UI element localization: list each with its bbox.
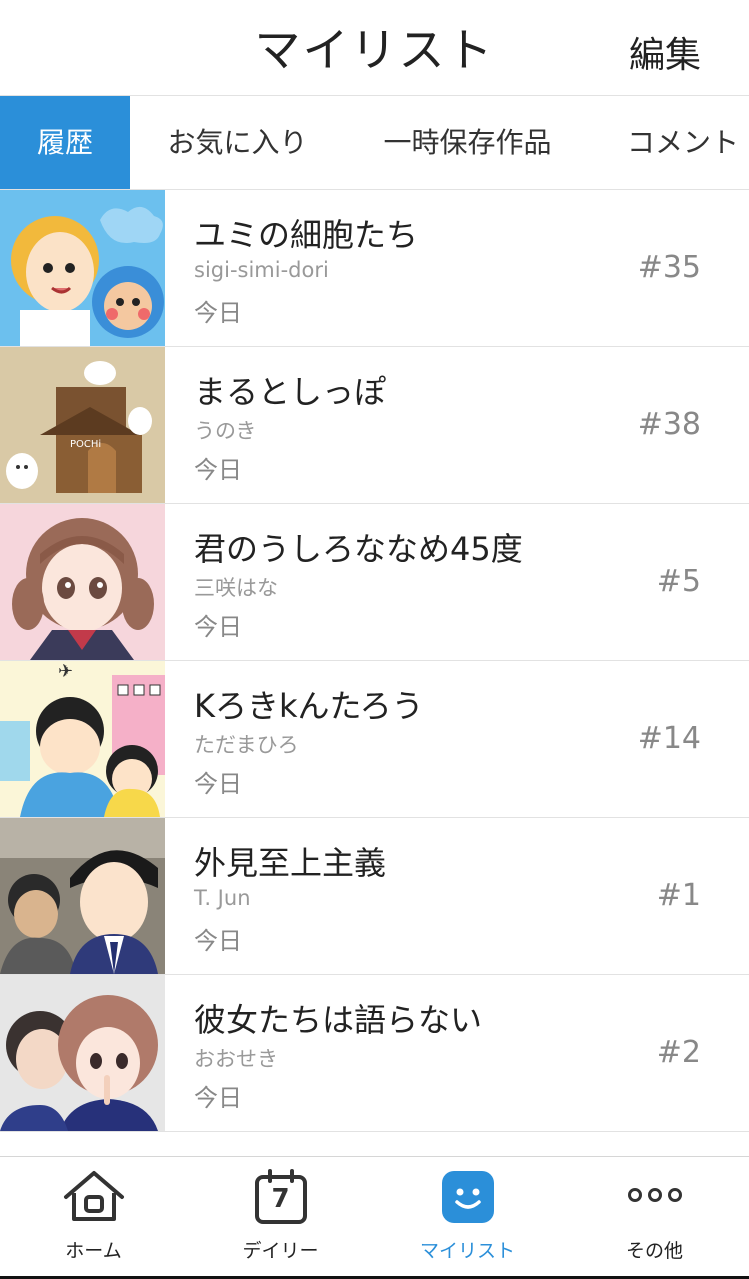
thumbnail-image — [0, 818, 165, 974]
thumbnail-image: ✈ — [0, 661, 165, 817]
item-episode: #1 — [656, 878, 701, 913]
nav-more-label: その他 — [625, 1240, 683, 1262]
item-date: 今日 — [194, 1084, 242, 1112]
list-item[interactable]: ✈ Kろきkんたろう ただまひろ 今日 #14 — [0, 661, 749, 818]
more-icon — [627, 1187, 683, 1207]
item-episode: #2 — [656, 1035, 701, 1070]
item-title: ユミの細胞たち — [194, 216, 419, 254]
header-bar: マイリスト 編集 — [0, 0, 749, 96]
item-title: まるとしっぽ — [194, 373, 387, 411]
item-author: おおせき — [194, 1047, 278, 1071]
smile-icon — [440, 1169, 496, 1229]
item-title: 君のうしろななめ45度 — [194, 530, 523, 568]
tab-comments[interactable]: コメント — [615, 96, 749, 189]
home-icon — [61, 1169, 127, 1231]
list-item[interactable]: 彼女たちは語らない おおせき 今日 #2 — [0, 975, 749, 1132]
nav-daily[interactable]: 7 デイリー — [187, 1157, 374, 1277]
item-episode: #14 — [637, 721, 701, 756]
thumbnail-image — [0, 190, 165, 346]
item-title: 彼女たちは語らない — [194, 1001, 483, 1039]
tab-temporary-saved[interactable]: 一時保存作品 — [370, 96, 565, 189]
item-episode: #35 — [637, 250, 701, 285]
item-author: うのき — [194, 419, 257, 443]
item-date: 今日 — [194, 770, 242, 798]
nav-home-label: ホーム — [65, 1240, 122, 1262]
item-author: 三咲はな — [194, 576, 278, 600]
item-date: 今日 — [194, 456, 242, 484]
nav-mylist[interactable]: マイリスト — [374, 1157, 561, 1277]
item-episode: #38 — [637, 407, 701, 442]
list-item[interactable]: POCHi まるとしっぽ うのき 今日 #38 — [0, 347, 749, 504]
svg-text:✈: ✈ — [58, 661, 73, 682]
thumbnail-image: POCHi — [0, 347, 165, 503]
svg-text:POCHi: POCHi — [70, 439, 101, 450]
nav-home[interactable]: ホーム — [0, 1157, 187, 1277]
item-date: 今日 — [194, 613, 242, 641]
item-date: 今日 — [194, 927, 242, 955]
item-author: ただまひろ — [194, 733, 299, 757]
list-item[interactable]: 君のうしろななめ45度 三咲はな 今日 #5 — [0, 504, 749, 661]
item-author: T. Jun — [194, 886, 251, 910]
nav-more[interactable]: その他 — [561, 1157, 748, 1277]
bottom-navigation: ホーム 7 デイリー マイリスト その他 — [0, 1156, 749, 1279]
thumbnail-image — [0, 975, 165, 1131]
tab-history[interactable]: 履歴 — [0, 96, 130, 189]
list-item[interactable]: ユミの細胞たち sigi-simi-dori 今日 #35 — [0, 190, 749, 347]
calendar-day: 7 — [271, 1184, 290, 1214]
tab-bar: 履歴 お気に入り 一時保存作品 コメント — [0, 96, 749, 190]
history-list: ユミの細胞たち sigi-simi-dori 今日 #35 POCHi まるとし… — [0, 190, 749, 1132]
item-author: sigi-simi-dori — [194, 258, 329, 282]
nav-daily-label: デイリー — [242, 1240, 319, 1262]
edit-button[interactable]: 編集 — [629, 26, 701, 78]
item-date: 今日 — [194, 299, 242, 327]
thumbnail-image — [0, 504, 165, 660]
item-title: 外見至上主義 — [194, 844, 387, 882]
item-episode: #5 — [656, 564, 701, 599]
calendar-icon: 7 — [254, 1169, 308, 1225]
nav-mylist-label: マイリスト — [419, 1240, 515, 1262]
tab-favorites[interactable]: お気に入り — [150, 96, 325, 189]
list-item[interactable]: 外見至上主義 T. Jun 今日 #1 — [0, 818, 749, 975]
item-title: Kろきkんたろう — [194, 687, 424, 725]
